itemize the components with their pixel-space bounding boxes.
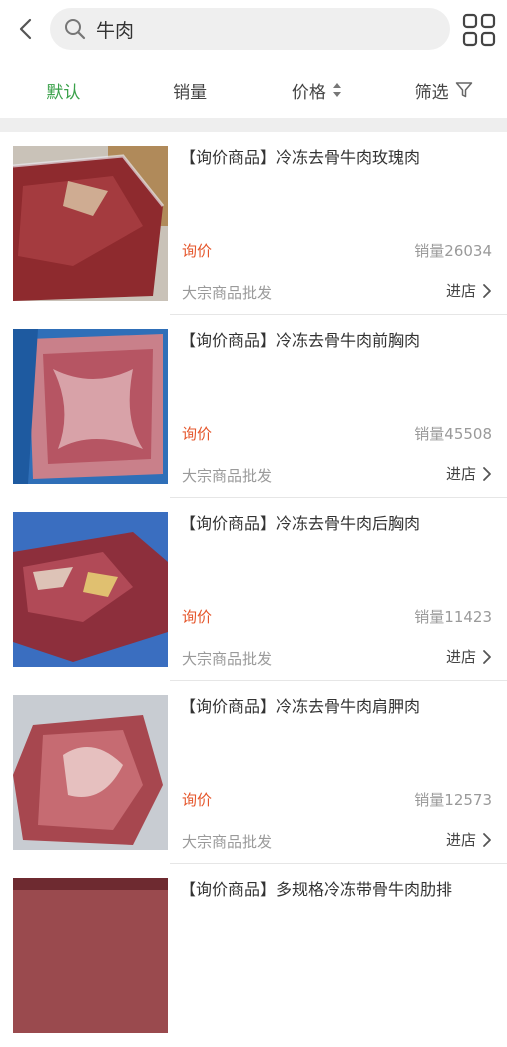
back-button[interactable] <box>10 12 40 46</box>
product-list: 【询价商品】冷冻去骨牛肉玫瑰肉 询价 销量26034 大宗商品批发 进店 【询价… <box>0 132 507 1047</box>
grid-view-button[interactable] <box>462 13 496 47</box>
chevron-right-icon <box>482 283 492 299</box>
product-image <box>13 512 168 667</box>
sort-tab-label: 默认 <box>46 82 81 103</box>
sort-tab-sales[interactable]: 销量 <box>127 78 254 103</box>
sort-tab-filter[interactable]: 筛选 <box>380 78 507 103</box>
product-image <box>13 878 168 1033</box>
product-card[interactable]: 【询价商品】冷冻去骨牛肉后胸肉 询价 销量11423 大宗商品批发 进店 <box>0 498 507 681</box>
product-price: 询价 <box>182 791 213 809</box>
chevron-right-icon <box>482 832 492 848</box>
product-card[interactable]: 【询价商品】冷冻去骨牛肉肩胛肉 询价 销量12573 大宗商品批发 进店 <box>0 681 507 864</box>
product-tag: 大宗商品批发 <box>182 833 273 851</box>
sort-tab-label: 价格 <box>291 82 326 103</box>
product-card[interactable]: 【询价商品】冷冻去骨牛肉玫瑰肉 询价 销量26034 大宗商品批发 进店 <box>0 132 507 315</box>
product-image <box>13 146 168 301</box>
section-divider <box>0 118 507 132</box>
product-title: 【询价商品】冷冻去骨牛肉玫瑰肉 <box>180 148 421 167</box>
product-title: 【询价商品】冷冻去骨牛肉后胸肉 <box>180 514 421 533</box>
filter-funnel-icon <box>455 81 473 99</box>
chevron-left-icon <box>19 18 32 40</box>
product-tag: 大宗商品批发 <box>182 467 273 485</box>
sort-bar: 默认 销量 价格 筛选 <box>0 62 507 118</box>
product-card[interactable]: 【询价商品】多规格冷冻带骨牛肉肋排 <box>0 864 507 1047</box>
product-price: 询价 <box>182 242 213 260</box>
search-query: 牛肉 <box>96 19 135 42</box>
enter-shop-label: 进店 <box>445 648 476 666</box>
product-tag: 大宗商品批发 <box>182 284 273 302</box>
product-sales: 销量26034 <box>414 242 492 260</box>
sort-tab-label: 筛选 <box>414 82 449 103</box>
product-sales: 销量11423 <box>414 608 492 626</box>
product-tag: 大宗商品批发 <box>182 650 273 668</box>
product-card[interactable]: 【询价商品】冷冻去骨牛肉前胸肉 询价 销量45508 大宗商品批发 进店 <box>0 315 507 498</box>
enter-shop-label: 进店 <box>445 282 476 300</box>
enter-shop-button[interactable]: 进店 <box>446 829 492 850</box>
sort-tab-label: 销量 <box>173 82 208 103</box>
product-title: 【询价商品】冷冻去骨牛肉肩胛肉 <box>180 697 421 716</box>
sort-tab-price[interactable]: 价格 <box>254 78 381 103</box>
search-input[interactable]: 牛肉 <box>50 8 450 50</box>
product-sales: 销量12573 <box>414 791 492 809</box>
chevron-right-icon <box>482 649 492 665</box>
product-image <box>13 329 168 484</box>
product-title: 【询价商品】多规格冷冻带骨牛肉肋排 <box>180 880 453 899</box>
product-price: 询价 <box>182 425 213 443</box>
product-image <box>13 695 168 850</box>
sort-updown-icon <box>332 82 342 98</box>
enter-shop-label: 进店 <box>445 831 476 849</box>
product-sales: 销量45508 <box>414 425 492 443</box>
enter-shop-button[interactable]: 进店 <box>446 646 492 667</box>
sort-tab-default[interactable]: 默认 <box>0 78 127 103</box>
enter-shop-button[interactable]: 进店 <box>446 280 492 301</box>
chevron-right-icon <box>482 466 492 482</box>
search-icon <box>62 16 88 42</box>
enter-shop-label: 进店 <box>445 465 476 483</box>
top-bar: 牛肉 <box>0 0 507 62</box>
enter-shop-button[interactable]: 进店 <box>446 463 492 484</box>
grid-view-icon <box>462 13 496 47</box>
product-price: 询价 <box>182 608 213 626</box>
product-title: 【询价商品】冷冻去骨牛肉前胸肉 <box>180 331 421 350</box>
